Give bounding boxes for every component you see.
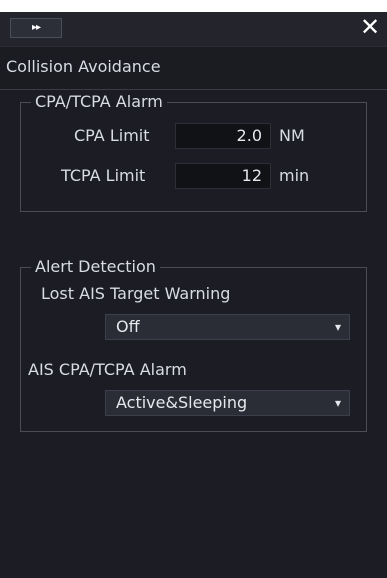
alert-detection-legend: Alert Detection [31,257,160,276]
panel-title-bar: Collision Avoidance [0,46,387,90]
alert-detection-group: Alert Detection Lost AIS Target Warning … [20,257,367,432]
tcpa-limit-label: TCPA Limit [61,166,146,185]
cpa-limit-label: CPA Limit [74,126,150,145]
tcpa-limit-field[interactable]: 12 [175,163,271,189]
chevron-down-icon: ▾ [334,396,341,410]
lost-ais-label: Lost AIS Target Warning [41,284,231,303]
cpa-tcpa-alarm-group: CPA/TCPA Alarm CPA Limit 2.0 NM TCPA Lim… [20,92,367,212]
lost-ais-value: Off [116,317,140,336]
close-icon[interactable]: ✕ [357,12,383,42]
panel-title: Collision Avoidance [6,57,161,76]
tcpa-limit-unit: min [279,166,310,185]
cpa-limit-unit: NM [279,126,305,145]
expand-button[interactable]: ▸▸ [10,18,62,38]
chevron-down-icon: ▾ [334,320,341,334]
ais-cpa-dropdown[interactable]: Active&Sleeping ▾ [105,390,350,416]
panel-topbar: ▸▸ ✕ [0,12,387,46]
lost-ais-dropdown[interactable]: Off ▾ [105,314,350,340]
ais-cpa-label: AIS CPA/TCPA Alarm [28,360,187,379]
cpa-tcpa-group-legend: CPA/TCPA Alarm [31,92,167,111]
collision-avoidance-panel: ▸▸ ✕ Collision Avoidance CPA/TCPA Alarm … [0,12,387,578]
ais-cpa-value: Active&Sleeping [116,393,248,412]
cpa-limit-field[interactable]: 2.0 [175,123,271,149]
